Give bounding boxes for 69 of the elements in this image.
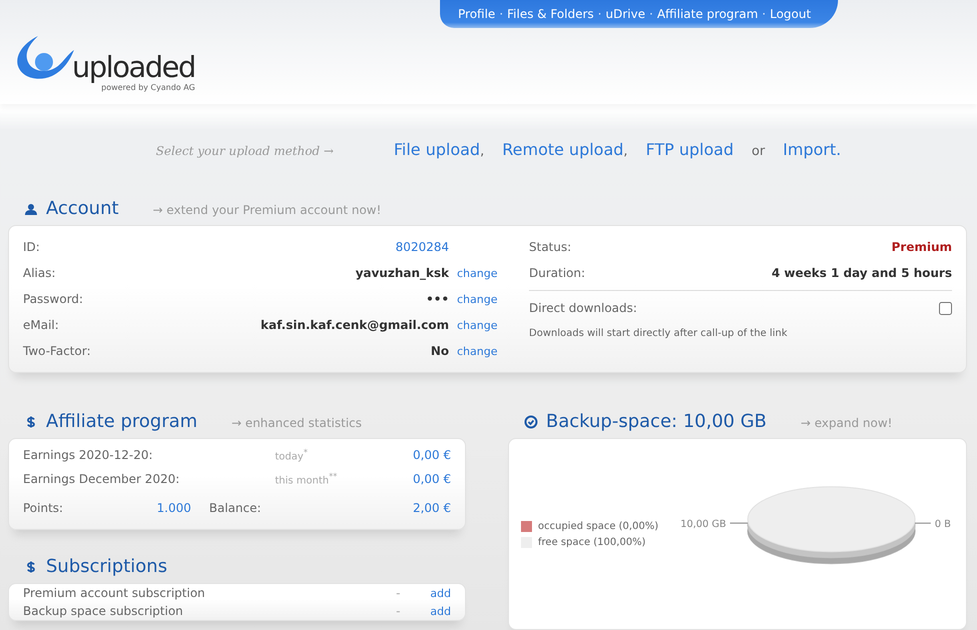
subscription-status: - — [396, 586, 400, 600]
expand-now-link[interactable]: → expand now! — [800, 416, 892, 430]
extend-premium-link[interactable]: → extend your Premium account now! — [152, 203, 382, 217]
leader-line — [729, 522, 748, 524]
field-label: Duration: — [529, 266, 586, 280]
nav-link[interactable]: Profile — [458, 7, 496, 21]
user-icon — [24, 202, 38, 216]
logo-tagline: powered by Cyando AG — [101, 83, 196, 92]
upload-method-link[interactable]: FTP upload — [646, 140, 734, 160]
section-title: Affiliate program — [46, 411, 198, 432]
nav-link[interactable]: Logout — [770, 7, 811, 21]
separator-text: , — [480, 144, 484, 160]
direct-downloads-hint: Downloads will start directly after call-up of the link — [529, 328, 788, 339]
data-label: 0 B — [934, 519, 950, 530]
points-value: 1.000 — [156, 501, 192, 515]
earnings-value: 0,00 € — [412, 448, 451, 462]
separator-dot: · — [649, 7, 654, 21]
field-value: No — [430, 344, 449, 358]
upload-method-link[interactable]: Remote upload — [502, 140, 624, 160]
subscription-status: - — [396, 604, 400, 618]
subscription-label: Premium account subscription — [23, 586, 206, 600]
separator-dot: · — [598, 7, 602, 21]
legend-label: free space (100,00%) — [538, 536, 646, 548]
upload-method-link[interactable]: Import. — [782, 140, 842, 160]
earnings-label: Earnings 2020-12-20: — [23, 448, 154, 462]
field-label: Password: — [23, 292, 84, 306]
field-value: yavuzhan_ksk — [355, 266, 449, 280]
section-title: Backup-space: 10,00 GB — [546, 411, 767, 432]
field-value: 8020284 — [396, 240, 449, 254]
field-value: kaf.sin.kaf.cenk@gmail.com — [260, 318, 449, 332]
field-label: Status: — [529, 240, 572, 254]
field-label: Alias: — [23, 266, 56, 280]
dollar-icon — [24, 560, 38, 574]
period-text: this month$^{**}$ — [275, 471, 338, 487]
logo-wordmark: uploaded — [72, 53, 196, 82]
separator-dot: · — [499, 7, 504, 21]
legend-label: occupied space (0,00%) — [538, 520, 658, 532]
field-label: ID: — [23, 240, 40, 254]
check-circle-icon — [524, 414, 538, 428]
earnings-label: Earnings December 2020: — [23, 472, 181, 486]
period-text: today$^{*}$ — [275, 447, 309, 463]
dollar-icon — [24, 414, 38, 428]
section-title: Subscriptions — [46, 556, 168, 577]
direct-downloads-checkbox[interactable] — [939, 302, 952, 314]
nav-link[interactable]: Files & Folders — [507, 7, 594, 21]
points-label: Points: — [23, 501, 64, 515]
upload-method-prompt: Select your upload method → — [156, 144, 334, 158]
field-label: Direct downloads: — [529, 301, 638, 315]
separator-text: or — [752, 144, 765, 160]
add-link[interactable]: add — [430, 586, 451, 600]
balance-value: 2,00 € — [412, 501, 451, 515]
nav-link[interactable]: uDrive — [606, 7, 646, 21]
leader-line — [914, 522, 931, 524]
add-link[interactable]: add — [430, 604, 451, 618]
data-label: 10,00 GB — [680, 519, 726, 530]
earnings-value: 0,00 € — [412, 472, 451, 486]
duration-value: 4 weeks 1 day and 5 hours — [772, 266, 952, 280]
separator-text: , — [624, 144, 628, 160]
upload-method-link[interactable]: File upload — [394, 140, 480, 160]
status-value: Premium — [891, 240, 952, 254]
field-label: eMail: — [23, 318, 59, 332]
field-label: Two-Factor: — [23, 344, 91, 358]
field-value: ••• — [426, 292, 449, 306]
enhanced-statistics-link[interactable]: → enhanced statistics — [231, 416, 362, 430]
balance-label: Balance: — [209, 501, 262, 515]
separator-dot: · — [762, 7, 766, 21]
section-title: Account — [46, 198, 119, 219]
nav-link[interactable]: Affiliate program — [657, 7, 758, 21]
subscription-label: Backup space subscription — [23, 604, 184, 618]
